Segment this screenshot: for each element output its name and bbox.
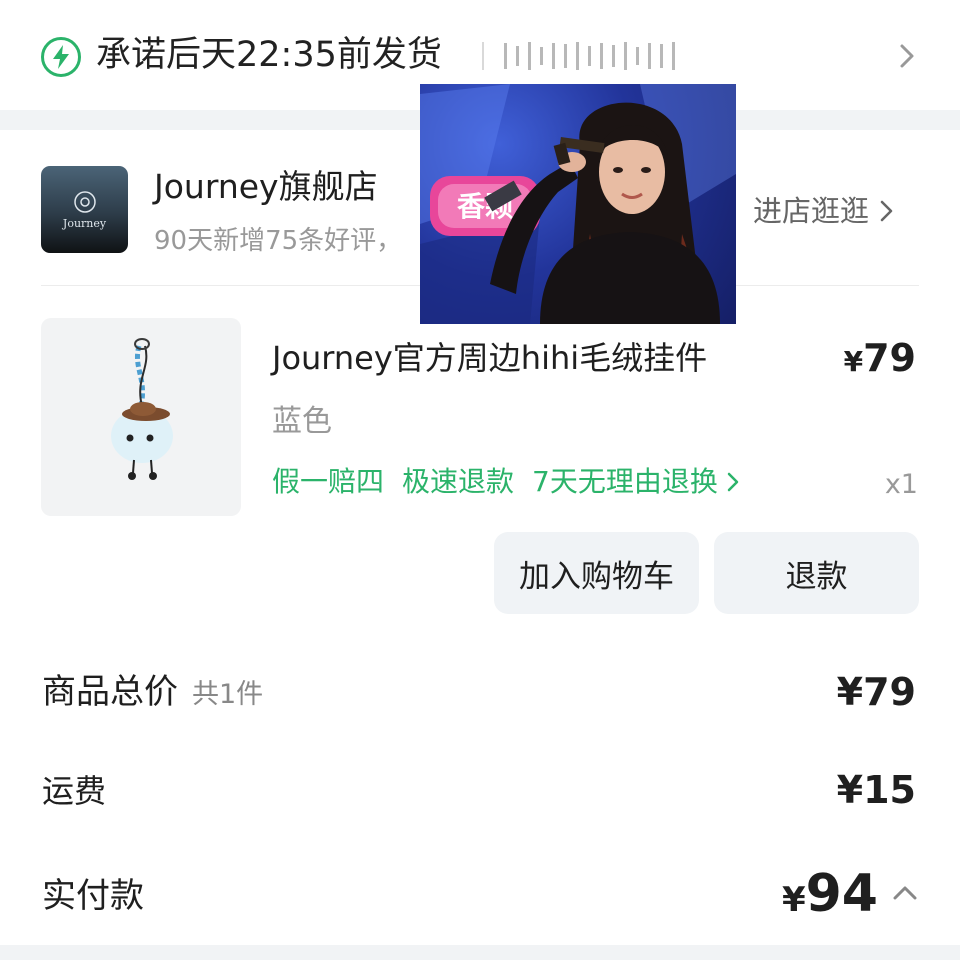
store-rating-text: 90天新增75条好评， [154, 226, 403, 256]
guarantee-item: 7天无理由退换 [532, 465, 718, 498]
store-emblem-icon [73, 191, 96, 213]
currency-symbol: ¥ [781, 880, 806, 920]
refund-button[interactable]: 退款 [714, 532, 919, 614]
woman-portrait-image: 香颗 [420, 84, 736, 324]
store-name[interactable]: Journey旗舰店 [154, 164, 378, 210]
item-count: 共1件 [192, 679, 264, 710]
delivery-promise: 承诺后天22:35前发货 [96, 35, 442, 75]
guarantee-item: 极速退款 [402, 465, 515, 498]
service-guarantees[interactable]: 假一赔四 极速退款 7天无理由退换 [272, 460, 740, 504]
visit-store-link[interactable]: 进店逛逛 [753, 190, 895, 232]
product-price: ¥79 [844, 333, 916, 387]
product-variant: 蓝色 [272, 404, 332, 439]
product-quantity: x1 [884, 469, 918, 500]
chevron-right-icon [727, 472, 739, 492]
overlay-photo: 香颗 [420, 84, 736, 324]
plush-keychain-image [111, 338, 173, 480]
subtotal-value: ¥79 [836, 670, 916, 714]
shipping-value: ¥15 [836, 768, 916, 812]
guarantee-item: 假一赔四 [272, 465, 385, 498]
chevron-right-icon [900, 44, 914, 68]
tracking-number-redacted [504, 38, 704, 74]
paid-value: ¥94 [782, 863, 878, 937]
store-logo[interactable]: Journey [41, 166, 128, 253]
product-title[interactable]: Journey官方周边hihi毛绒挂件 [272, 335, 707, 381]
visit-store-label: 进店逛逛 [753, 194, 870, 228]
divider [482, 42, 484, 70]
subtotal-row: 商品总价 共1件 [42, 668, 263, 719]
shipping-label: 运费 [42, 772, 107, 810]
add-to-cart-button[interactable]: 加入购物车 [494, 532, 699, 614]
product-thumbnail[interactable] [41, 318, 241, 516]
subtotal-label: 商品总价 [42, 672, 178, 712]
paid-amount: 94 [805, 864, 878, 924]
store-logo-text: Journey [62, 217, 107, 230]
currency-symbol: ¥ [843, 345, 864, 378]
lightning-icon [41, 37, 81, 77]
price-amount: 79 [863, 336, 916, 380]
chevron-up-icon[interactable] [892, 884, 918, 902]
paid-label: 实付款 [42, 876, 144, 916]
chevron-right-icon [880, 200, 893, 222]
